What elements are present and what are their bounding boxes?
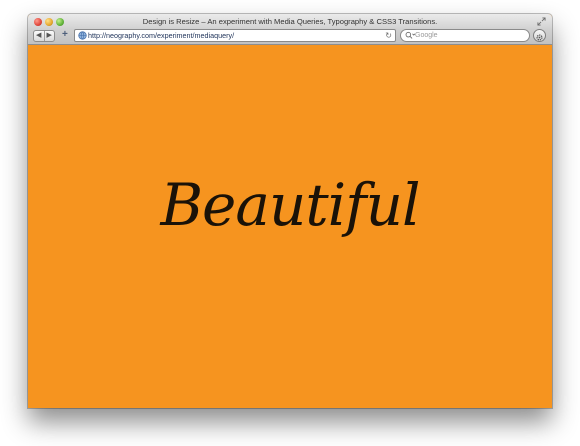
fullscreen-icon[interactable] [537,17,546,26]
search-placeholder: Google [415,32,438,39]
history-navigation: ◀ ▶ [33,30,55,42]
hero-text: Beautiful [160,171,420,239]
settings-gear-button[interactable] [533,29,546,42]
url-text[interactable]: http://neography.com/experiment/mediaque… [88,31,234,40]
search-icon [405,31,415,39]
address-bar[interactable]: http://neography.com/experiment/mediaque… [74,29,396,42]
reload-icon[interactable]: ↻ [385,30,392,41]
browser-window: Design is Resize – An experiment with Me… [28,14,552,408]
search-field[interactable]: Google [400,29,530,42]
globe-icon [78,31,87,40]
title-bar: Design is Resize – An experiment with Me… [28,14,552,45]
gear-icon [536,34,543,41]
page-content: Beautiful [28,45,552,408]
forward-button[interactable]: ▶ [45,31,55,41]
add-bookmark-button[interactable]: + [62,30,68,40]
back-button[interactable]: ◀ [34,31,45,41]
window-title: Design is Resize – An experiment with Me… [142,17,438,26]
